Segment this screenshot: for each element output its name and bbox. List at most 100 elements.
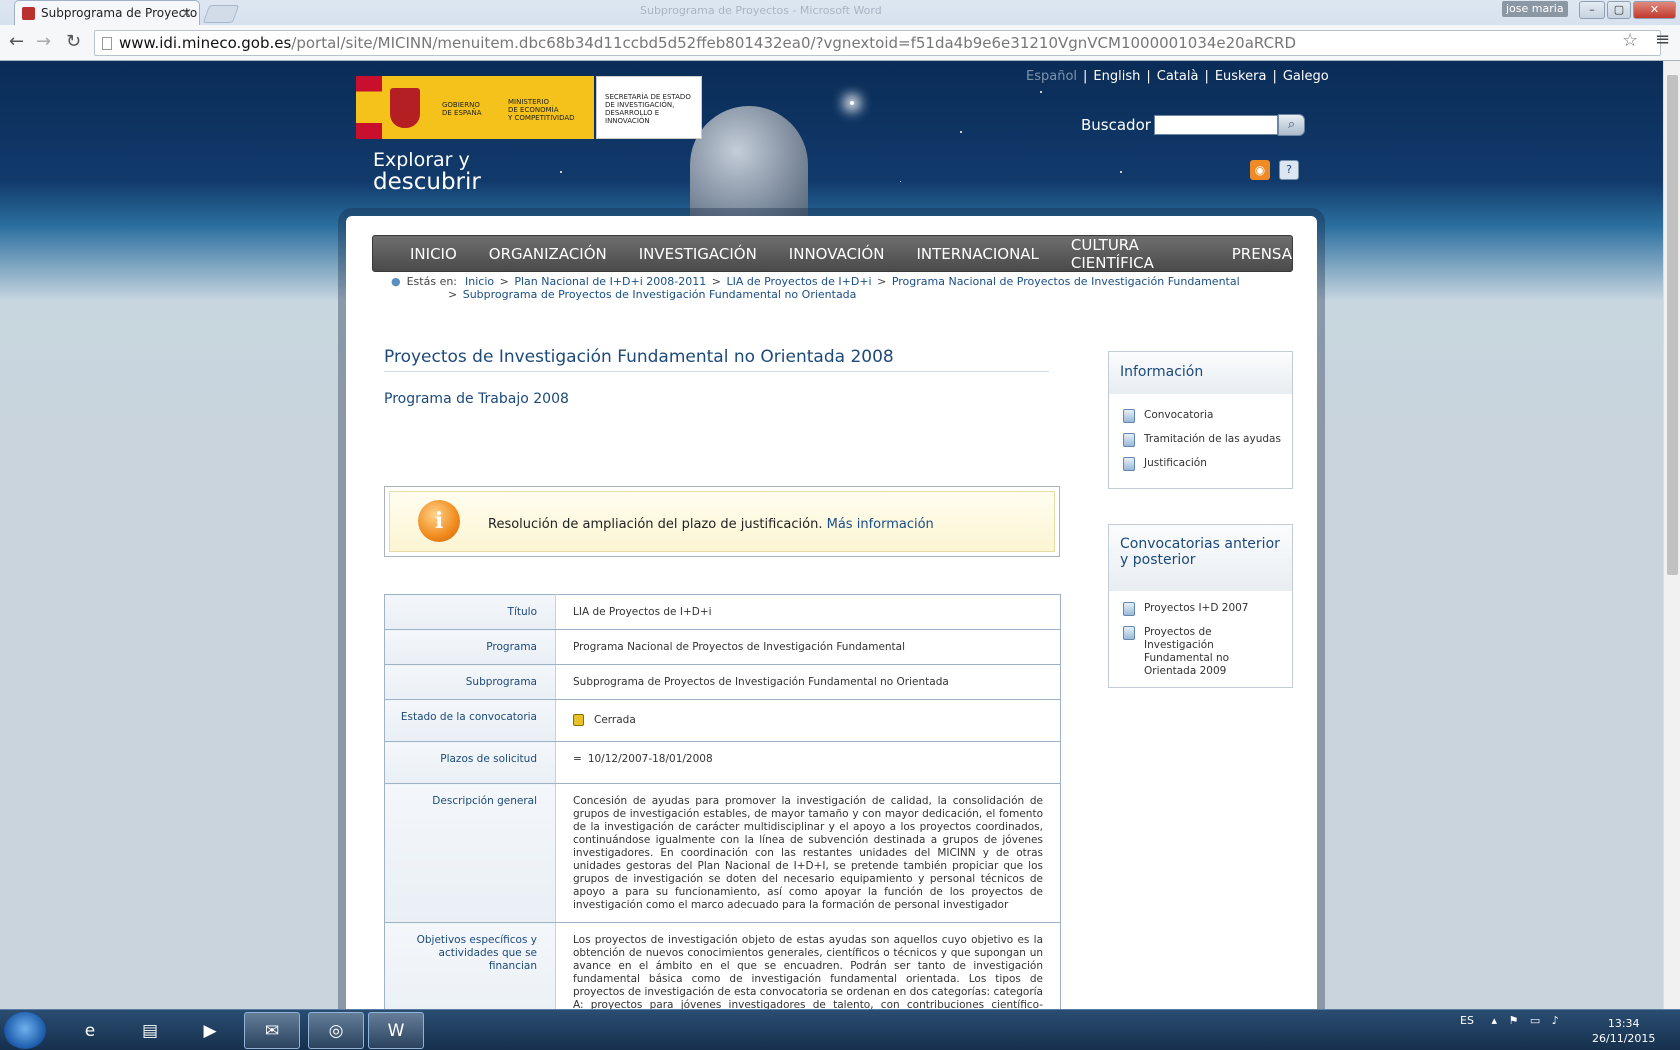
government-logo[interactable]: GOBIERNO DE ESPAÑA MINISTERIO DE ECONOMÍA Y…	[356, 76, 594, 139]
table-row: Plazos de solicitud = 10/12/2007-18/01/200…	[384, 741, 1061, 784]
lang-eu[interactable]: Euskera	[1215, 69, 1267, 84]
window-title: Subprograma de Proyectos - Microsoft Wor…	[640, 4, 882, 17]
network-icon[interactable]: ▭	[1530, 1014, 1540, 1027]
row-label: Descripción general	[384, 783, 556, 923]
new-tab-button[interactable]	[202, 5, 240, 23]
explorer-icon[interactable]: ▤	[122, 1012, 178, 1049]
nav-prensa[interactable]: PRENSA	[1232, 245, 1292, 263]
maximize-button[interactable]: ▢	[1607, 1, 1631, 19]
secretaria-logo[interactable]: SECRETARÍA DE ESTADO DE INVESTIGACIÓN, DES…	[596, 76, 702, 139]
scrollbar-thumb[interactable]	[1667, 75, 1678, 575]
breadcrumb-programa[interactable]: Programa Nacional de Proyectos de Invest…	[892, 275, 1240, 288]
forward-icon[interactable]: →	[36, 31, 51, 52]
language-selector: Español | English | Català | Euskera | Galego	[1026, 69, 1329, 84]
web-page: GOBIERNO DE ESPAÑA MINISTERIO DE ECONOMÍA Y…	[0, 61, 1663, 1009]
toolbar: ← → ↻ www.idi.mineco.gob.es/portal/site/…	[0, 25, 1680, 61]
row-value-dates: = 10/12/2007-18/01/2008	[555, 741, 1061, 784]
reload-icon[interactable]: ↻	[66, 31, 81, 52]
ie-icon[interactable]: e	[62, 1012, 118, 1049]
search-input[interactable]	[1154, 115, 1278, 135]
page-subtitle: Programa de Trabajo 2008	[384, 391, 569, 407]
table-row: Subprograma Subprograma de Proyectos de I…	[384, 664, 1061, 700]
sidebar-item-justificacion[interactable]: Justificación	[1109, 457, 1292, 471]
document-icon	[1123, 602, 1135, 616]
accessibility-icon[interactable]: ?	[1279, 160, 1299, 180]
convocatorias-sidebar: Convocatorias anterior y posterior Proye…	[1108, 524, 1293, 688]
window-close-button[interactable]: ✕	[1633, 1, 1676, 19]
back-icon[interactable]: ←	[9, 31, 24, 52]
logo-gobierno-text: GOBIERNO DE ESPAÑA	[442, 101, 482, 117]
clock[interactable]: 13:34 26/11/2015	[1592, 1016, 1655, 1046]
browser-tab[interactable]: Subprograma de Proyecto ×	[14, 0, 200, 25]
start-button[interactable]	[4, 1012, 46, 1049]
word-icon[interactable]: W	[368, 1012, 424, 1049]
menu-icon[interactable]: ≡	[1655, 29, 1670, 50]
tagline: Explorar y descubrir	[373, 149, 481, 195]
row-label: Programa	[384, 629, 556, 665]
language-indicator[interactable]: ES	[1460, 1014, 1474, 1027]
address-bar[interactable]: www.idi.mineco.gob.es/portal/site/MICINN…	[94, 30, 1661, 56]
browser-chrome: Subprograma de Proyecto × Subprograma de…	[0, 0, 1680, 61]
details-table: Título LIA de Proyectos de I+D+i Programa…	[384, 594, 1061, 1009]
page-icon	[102, 37, 112, 50]
breadcrumb-label: Estás en:	[406, 275, 458, 288]
search-button[interactable]: ⌕	[1278, 114, 1305, 136]
rss-icon[interactable]: ◉	[1250, 160, 1270, 180]
nav-inicio[interactable]: INICIO	[410, 245, 457, 263]
tab-title: Subprograma de Proyecto	[41, 6, 198, 20]
sidebar-item-2009[interactable]: Proyectos de Investigación Fundamental n…	[1109, 626, 1292, 678]
more-info-link[interactable]: Más información	[827, 517, 934, 532]
nav-internacional[interactable]: INTERNACIONAL	[916, 245, 1038, 263]
status-text: Cerrada	[594, 714, 636, 726]
tray-expand-icon[interactable]: ▴	[1491, 1014, 1497, 1027]
notice-text: Resolución de ampliación del plazo de ju…	[488, 517, 823, 532]
calendar-icon: =	[573, 753, 582, 765]
volume-icon[interactable]: ♪	[1552, 1014, 1559, 1027]
scrollbar[interactable]	[1663, 61, 1680, 1009]
minimize-button[interactable]: –	[1579, 1, 1605, 19]
table-row: Descripción general Concesión de ayudas p…	[384, 783, 1061, 923]
lang-gl[interactable]: Galego	[1283, 69, 1329, 84]
media-player-icon[interactable]: ▶	[182, 1012, 238, 1049]
sidebar-item-2007[interactable]: Proyectos I+D 2007	[1109, 602, 1292, 616]
breadcrumb-inicio[interactable]: Inicio	[465, 275, 494, 288]
favicon-icon	[22, 7, 35, 20]
outlook-icon[interactable]: ✉	[244, 1012, 300, 1049]
info-sidebar: Información Convocatoria Tramitación de …	[1108, 351, 1293, 489]
profile-button[interactable]: jose maria	[1502, 1, 1568, 17]
sidebar-item-tramitacion[interactable]: Tramitación de las ayudas	[1109, 433, 1292, 447]
bookmark-star-icon[interactable]: ☆	[1622, 30, 1638, 51]
row-label: Plazos de solicitud	[384, 741, 556, 784]
row-label: Subprograma	[384, 664, 556, 700]
document-icon	[1123, 626, 1135, 640]
table-row: Programa Programa Nacional de Proyectos d…	[384, 629, 1061, 665]
breadcrumb-plan-nacional[interactable]: Plan Nacional de I+D+i 2008-2011	[514, 275, 706, 288]
breadcrumb-subprograma[interactable]: Subprograma de Proyectos de Investigació…	[463, 288, 857, 301]
breadcrumb-lia[interactable]: LIA de Proyectos de I+D+i	[726, 275, 871, 288]
row-label: Título	[384, 594, 556, 630]
nav-innovacion[interactable]: INNOVACIÓN	[789, 245, 885, 263]
document-icon	[1123, 409, 1135, 423]
lang-en[interactable]: English	[1093, 69, 1140, 84]
document-icon	[1123, 457, 1135, 471]
title-divider	[384, 371, 1049, 372]
flag-icon	[356, 76, 382, 139]
nav-organizacion[interactable]: ORGANIZACIÓN	[489, 245, 607, 263]
info-sidebar-title: Información	[1109, 352, 1292, 394]
row-label: Estado de la convocatoria	[384, 699, 556, 742]
lock-icon	[573, 714, 584, 726]
action-center-icon[interactable]: ⚑	[1508, 1014, 1518, 1027]
table-row: Título LIA de Proyectos de I+D+i	[384, 594, 1061, 630]
lang-ca[interactable]: Català	[1157, 69, 1199, 84]
convocatorias-sidebar-title: Convocatorias anterior y posterior	[1109, 525, 1292, 591]
row-value: Los proyectos de investigación objeto de…	[555, 922, 1061, 1009]
table-row: Estado de la convocatoria Cerrada	[384, 699, 1061, 742]
nav-investigacion[interactable]: INVESTIGACIÓN	[639, 245, 757, 263]
row-value: LIA de Proyectos de I+D+i	[555, 594, 1061, 630]
chrome-icon[interactable]: ◎	[308, 1012, 364, 1049]
lang-es[interactable]: Español	[1026, 69, 1077, 84]
taskbar: e ▤ ▶ ✉ ◎ W ES ▴ ⚑ ▭ ♪ 13:34 26/11/2015	[0, 1009, 1680, 1050]
sidebar-item-convocatoria[interactable]: Convocatoria	[1109, 409, 1292, 423]
nav-cultura-cientifica[interactable]: CULTURA CIENTÍFICA	[1071, 236, 1200, 272]
tab-close-icon[interactable]: ×	[181, 1, 192, 25]
